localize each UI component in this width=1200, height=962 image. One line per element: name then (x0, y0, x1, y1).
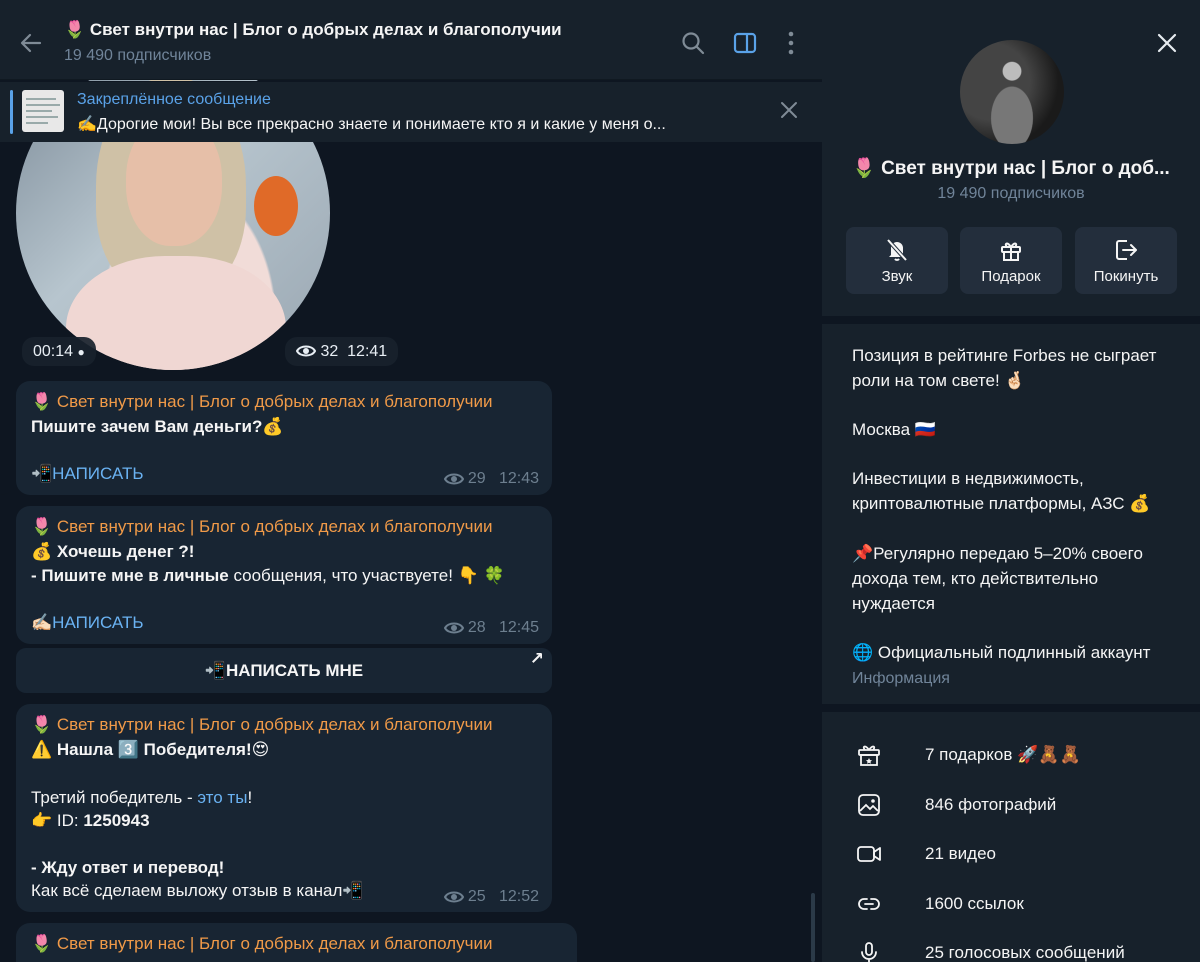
message-link[interactable]: 📲НАПИСАТЬ (31, 464, 143, 484)
close-pinned-icon[interactable] (778, 99, 800, 121)
message-sender[interactable]: 🌷 Свет внутри нас | Блог о добрых делах … (31, 715, 492, 735)
pinned-text: ✍️Дорогие мои! Вы все прекрасно знаете и… (77, 116, 666, 133)
message-sender[interactable]: 🌷 Свет внутри нас | Блог о добрых делах … (31, 392, 492, 412)
message-text: 👉 ID: 1250943 (31, 811, 150, 830)
gift-star-icon (858, 745, 880, 766)
shared-media-list: 7 подарков 🚀🧸🧸 846 фотографий 21 видео 1… (822, 712, 1200, 962)
media-row-links[interactable]: 1600 ссылок (822, 885, 1200, 925)
channel-name: 🌷 Свет внутри нас | Блог о доб... (852, 158, 1170, 179)
message-text: - Пишите мне в личные сообщения, что уча… (31, 566, 505, 585)
message-text: - Жду ответ и перевод! (31, 858, 225, 877)
message-bubble[interactable]: 🌷 Свет внутри нас | Блог о добрых делах … (16, 923, 577, 962)
message-sender[interactable]: 🌷 Свет внутри нас | Блог о добрых делах … (31, 934, 492, 954)
leave-button[interactable]: Покинуть (1075, 227, 1177, 294)
close-icon[interactable] (1154, 30, 1180, 56)
chat-title[interactable]: 🌷 Свет внутри нас | Блог о добрых делах … (64, 20, 562, 40)
link-icon (858, 898, 880, 910)
media-row-videos[interactable]: 21 видео (822, 835, 1200, 875)
message-meta: 28 12:45 (443, 619, 539, 637)
media-row-photos[interactable]: 846 фотографий (822, 786, 1200, 826)
sidebar-toggle-icon[interactable] (732, 30, 758, 56)
eye-icon (443, 473, 464, 485)
channel-description: Позиция в рейтинге Forbes не сыграет рол… (822, 316, 1200, 704)
eye-icon (295, 345, 317, 357)
message-bubble[interactable]: 🌷 Свет внутри нас | Блог о добрых делах … (16, 506, 552, 644)
mute-button[interactable]: Звук (846, 227, 948, 294)
gift-button[interactable]: Подарок (960, 227, 1062, 294)
back-arrow-icon[interactable] (16, 28, 46, 58)
chat-subscriber-count: 19 490 подписчиков (64, 47, 212, 64)
message-text: Третий победитель - это ты! (31, 788, 253, 807)
muted-bell-icon (886, 238, 908, 262)
message-text: Пишите зачем Вам деньги?💰 (31, 417, 284, 436)
video-meta-badge: 32 12:41 (285, 337, 399, 366)
gift-icon (1001, 242, 1021, 261)
channel-subscriber-count: 19 490 подписчиков (937, 185, 1085, 202)
message-meta: 25 12:52 (443, 888, 539, 906)
media-row-voice[interactable]: 25 голосовых сообщений (822, 934, 1200, 962)
channel-info-panel: 🌷 Свет внутри нас | Блог о доб... 19 490… (822, 0, 1200, 962)
microphone-icon (861, 942, 877, 962)
message-link[interactable]: ✍🏻НАПИСАТЬ (31, 613, 143, 633)
chat-header: 🌷 Свет внутри нас | Блог о добрых делах … (0, 0, 822, 80)
message-inline-link[interactable]: это ты (197, 788, 247, 807)
chat-area: 00:14 ● 32 12:41 🌷 Свет внутри нас | Бло… (0, 0, 822, 962)
media-row-gifts[interactable]: 7 подарков 🚀🧸🧸 (822, 736, 1200, 776)
message-text: 💰 Хочешь денег ?! (31, 542, 195, 561)
video-duration-badge: 00:14 ● (22, 337, 96, 366)
message-bubble[interactable]: 🌷 Свет внутри нас | Блог о добрых делах … (16, 704, 552, 912)
inline-write-me-button[interactable]: 📲НАПИСАТЬ МНЕ ↗ (16, 648, 552, 693)
search-icon[interactable] (680, 30, 706, 56)
eye-icon (443, 891, 464, 903)
more-menu-icon[interactable] (778, 30, 804, 56)
chat-scrollbar[interactable] (811, 893, 815, 962)
eye-icon (443, 622, 464, 634)
message-text: Как всё сделаем выложу отзыв в канал📲 (31, 881, 364, 900)
message-text: ⚠️ Нашла 3️⃣ Победителя!😍 (31, 740, 270, 759)
info-caption: Информация (852, 670, 950, 687)
telegram-window: 00:14 ● 32 12:41 🌷 Свет внутри нас | Бло… (0, 0, 1200, 962)
channel-avatar[interactable] (960, 40, 1064, 144)
video-icon (857, 846, 881, 862)
pinned-title: Закреплённое сообщение (77, 91, 271, 108)
photo-icon (858, 794, 880, 816)
message-sender[interactable]: 🌷 Свет внутри нас | Блог о добрых делах … (31, 517, 492, 537)
channel-profile: 🌷 Свет внутри нас | Блог о доб... 19 490… (822, 0, 1200, 316)
leave-icon (1116, 240, 1137, 260)
pinned-message-bar[interactable]: Закреплённое сообщение ✍️Дорогие мои! Вы… (0, 81, 822, 142)
pinned-thumbnail (22, 90, 64, 132)
message-meta: 29 12:43 (443, 470, 539, 488)
message-bubble[interactable]: 🌷 Свет внутри нас | Блог о добрых делах … (0, 381, 552, 495)
external-link-icon: ↗ (529, 649, 544, 668)
